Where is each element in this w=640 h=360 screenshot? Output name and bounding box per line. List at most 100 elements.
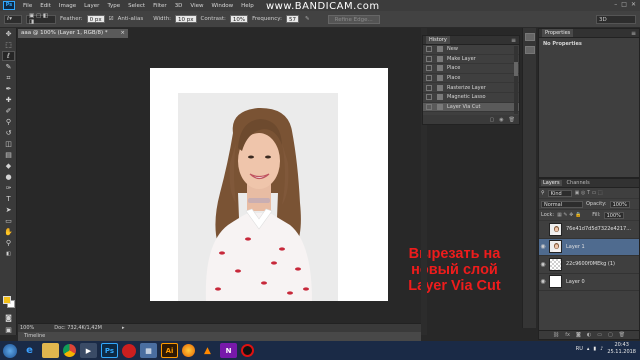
filter-icons[interactable]: ▣ ◎ T ▭ ⬚ bbox=[575, 190, 603, 196]
history-source-checkbox[interactable] bbox=[426, 94, 432, 101]
maximize-icon[interactable]: □ bbox=[621, 1, 627, 8]
photoshop-taskbar-icon[interactable]: Ps bbox=[101, 343, 118, 358]
history-item[interactable]: Layer Via Cut bbox=[423, 102, 519, 113]
layer-row[interactable]: ◉ 22c9600f0MEkg (1) bbox=[539, 256, 639, 274]
eye-icon[interactable]: ◉ bbox=[539, 261, 547, 268]
network-icon[interactable]: ▮ bbox=[593, 346, 596, 352]
quick-mask-icon[interactable]: ◙ bbox=[2, 313, 15, 323]
healing-tool-icon[interactable]: ✚ bbox=[2, 95, 15, 105]
dodge-tool-icon[interactable]: ● bbox=[2, 172, 15, 182]
history-item[interactable]: Magnetic Lasso bbox=[423, 93, 519, 103]
tab-layers[interactable]: Layers bbox=[541, 180, 562, 186]
adjustments-icon[interactable] bbox=[525, 33, 535, 41]
clock[interactable]: 20:43 25.11.2018 bbox=[607, 342, 636, 356]
onenote-icon[interactable]: N bbox=[220, 343, 237, 358]
crop-tool-icon[interactable]: ⌗ bbox=[2, 73, 15, 83]
menu-edit[interactable]: Edit bbox=[36, 3, 55, 9]
minimize-icon[interactable]: – bbox=[614, 1, 617, 8]
adjustment-icon[interactable]: ◐ bbox=[587, 332, 591, 338]
snapshot-icon[interactable]: ◉ bbox=[499, 117, 503, 123]
trash-icon[interactable]: 🗑 bbox=[619, 332, 625, 338]
menu-type[interactable]: Type bbox=[103, 3, 124, 9]
history-item[interactable]: Place bbox=[423, 64, 519, 74]
menu-layer[interactable]: Layer bbox=[80, 3, 103, 9]
firefox-icon[interactable] bbox=[182, 344, 195, 357]
gradient-tool-icon[interactable]: ▤ bbox=[2, 150, 15, 160]
document-tab[interactable]: aaa @ 100% (Layer 1, RGB/8) * × bbox=[18, 29, 128, 38]
history-scrollbar[interactable] bbox=[514, 46, 518, 114]
menu-select[interactable]: Select bbox=[124, 3, 149, 9]
clone-stamp-tool-icon[interactable]: ⚲ bbox=[2, 117, 15, 127]
menu-view[interactable]: View bbox=[186, 3, 207, 9]
menu-window[interactable]: Window bbox=[207, 3, 237, 9]
menu-image[interactable]: Image bbox=[55, 3, 80, 9]
history-source-checkbox[interactable] bbox=[426, 65, 432, 72]
pen-pressure-icon[interactable]: ✎ bbox=[305, 16, 310, 22]
frequency-input[interactable]: 57 bbox=[286, 15, 300, 23]
calculator-icon[interactable]: ▦ bbox=[140, 343, 157, 358]
contrast-input[interactable]: 10% bbox=[229, 15, 249, 23]
zoom-level[interactable]: 100% bbox=[20, 325, 34, 331]
blend-mode-select[interactable]: Normal bbox=[541, 200, 583, 208]
hand-tool-icon[interactable]: ✋ bbox=[2, 227, 15, 237]
type-tool-icon[interactable]: T bbox=[2, 194, 15, 204]
volume-icon[interactable]: ♪ bbox=[600, 346, 603, 352]
menu-filter[interactable]: Filter bbox=[149, 3, 171, 9]
new-document-icon[interactable]: ▢ bbox=[490, 117, 495, 123]
move-tool-icon[interactable]: ✥ bbox=[2, 29, 15, 39]
media-player-icon[interactable]: ▶ bbox=[80, 343, 97, 358]
record-icon[interactable] bbox=[241, 344, 254, 357]
menu-help[interactable]: Help bbox=[237, 3, 258, 9]
selection-mode-icons[interactable]: ▣ ▢ ◧ ◨ bbox=[26, 13, 56, 25]
mask-icon[interactable]: ◙ bbox=[576, 332, 581, 338]
layer-row[interactable]: 76e41d7d5d7322e4217... bbox=[539, 221, 639, 239]
foreground-color-swatch[interactable] bbox=[3, 296, 11, 304]
vlc-icon[interactable]: ▲ bbox=[199, 343, 216, 358]
internet-explorer-icon[interactable]: e bbox=[21, 343, 38, 358]
antialias-checkbox-icon[interactable]: ☑ bbox=[109, 16, 114, 22]
tab-channels[interactable]: Channels bbox=[565, 180, 592, 186]
close-icon[interactable]: × bbox=[120, 29, 125, 38]
opacity-input[interactable]: 100% bbox=[609, 200, 630, 208]
blur-tool-icon[interactable]: ◆ bbox=[2, 161, 15, 171]
lock-icons[interactable]: ▦ ✎ ✥ 🔒 bbox=[557, 212, 581, 218]
default-colors-icon[interactable]: ◧ bbox=[2, 249, 15, 259]
brush-presets-icon[interactable] bbox=[525, 46, 535, 54]
folder-icon[interactable]: ▭ bbox=[597, 332, 602, 338]
history-source-checkbox[interactable] bbox=[426, 75, 432, 82]
language-indicator[interactable]: RU bbox=[576, 346, 583, 352]
quick-select-tool-icon[interactable]: ✎ bbox=[2, 62, 15, 72]
history-source-checkbox[interactable] bbox=[426, 46, 432, 53]
illustrator-icon[interactable]: Ai bbox=[161, 343, 178, 358]
fx-icon[interactable]: fx bbox=[565, 332, 570, 338]
status-menu-icon[interactable]: ▸ bbox=[122, 325, 125, 331]
history-item[interactable]: Make Layer bbox=[423, 55, 519, 65]
close-icon[interactable]: ✕ bbox=[631, 1, 636, 8]
history-tab[interactable]: History bbox=[426, 36, 450, 44]
history-brush-tool-icon[interactable]: ↺ bbox=[2, 128, 15, 138]
start-button-icon[interactable] bbox=[3, 343, 17, 358]
panel-menu-icon[interactable]: ≡ bbox=[631, 30, 636, 37]
history-source-checkbox[interactable] bbox=[426, 103, 432, 110]
lasso-tool-icon[interactable]: ℓ bbox=[2, 51, 15, 61]
layer-row[interactable]: ◉ Layer 1 bbox=[539, 238, 639, 256]
menu-file[interactable]: File bbox=[19, 3, 36, 9]
history-item[interactable]: New bbox=[423, 45, 519, 55]
chrome-icon[interactable] bbox=[63, 344, 76, 357]
pen-tool-icon[interactable]: ✑ bbox=[2, 183, 15, 193]
refine-edge-button[interactable]: Refine Edge... bbox=[327, 14, 380, 24]
new-layer-icon[interactable]: ▢ bbox=[608, 332, 613, 338]
screen-mode-icon[interactable]: ▣ bbox=[2, 325, 15, 335]
shape-tool-icon[interactable]: ▭ bbox=[2, 216, 15, 226]
scrollbar-thumb[interactable] bbox=[514, 62, 518, 76]
timeline-panel[interactable]: Timeline bbox=[18, 332, 421, 341]
path-select-tool-icon[interactable]: ➤ bbox=[2, 205, 15, 215]
opera-icon[interactable] bbox=[122, 343, 136, 358]
history-source-checkbox[interactable] bbox=[426, 55, 432, 62]
tray-arrow-icon[interactable]: ▴ bbox=[587, 346, 590, 352]
eraser-tool-icon[interactable]: ◫ bbox=[2, 139, 15, 149]
file-explorer-icon[interactable] bbox=[42, 343, 59, 358]
workspace-select[interactable]: 3D bbox=[596, 15, 636, 24]
eye-icon[interactable]: ◉ bbox=[539, 278, 547, 285]
fill-input[interactable]: 100% bbox=[603, 211, 624, 219]
